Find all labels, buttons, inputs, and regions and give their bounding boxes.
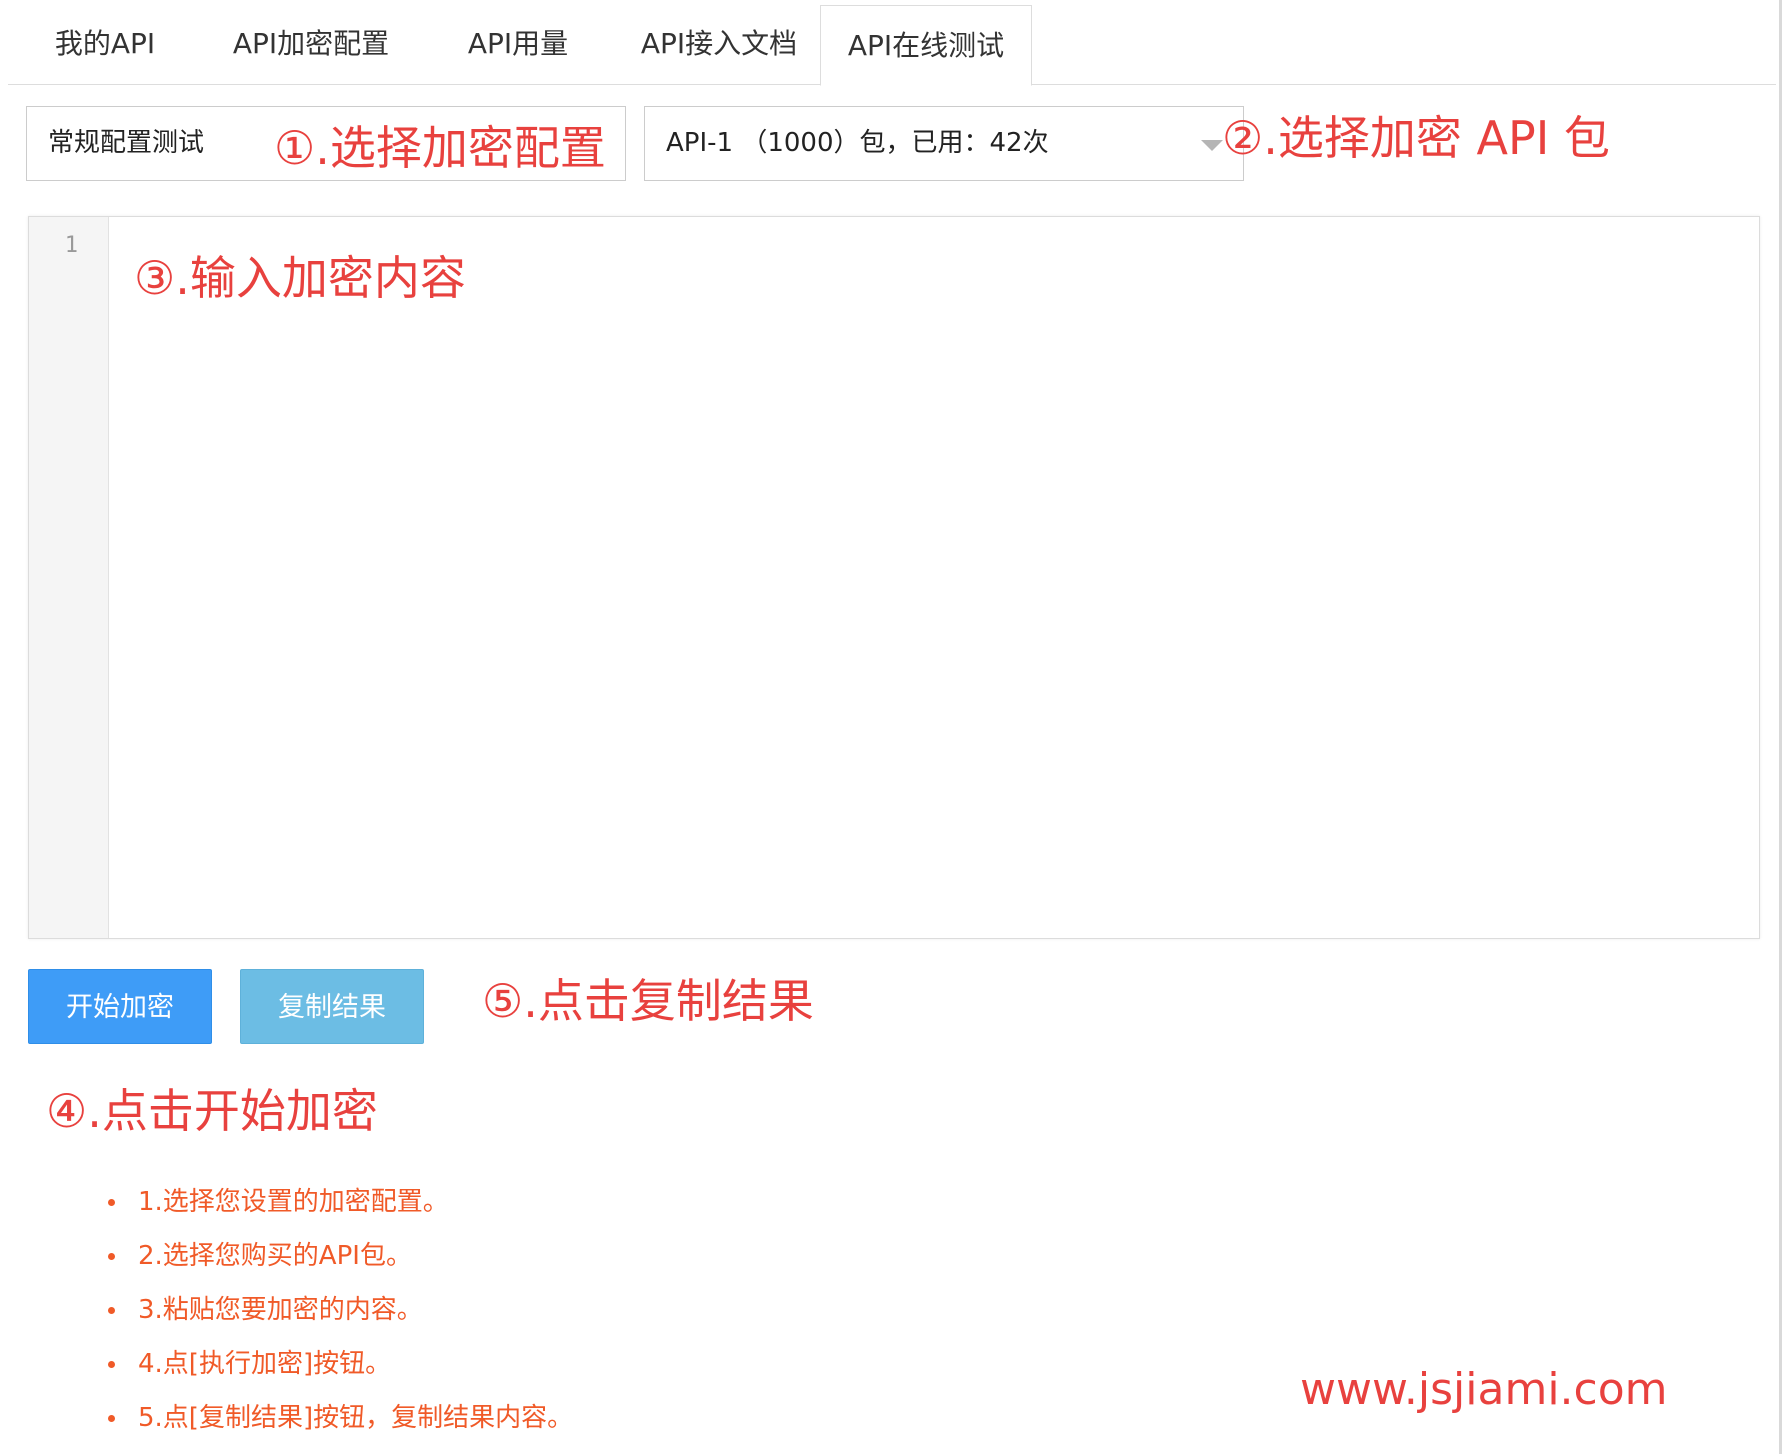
line-number-gutter: 1 [29,217,109,938]
tab-bar: 我的API API加密配置 API用量 API接入文档 API在线测试 [8,0,1776,86]
package-select-value: API-1 （1000）包，已用：42次 [666,128,1049,158]
tab-api-usage[interactable]: API用量 [456,0,580,85]
bullet-icon [108,1307,115,1314]
bullet-icon [108,1199,115,1206]
chevron-down-icon [1201,140,1223,151]
annotation-step-3: ③.输入加密内容 [134,251,466,305]
instruction-text: 5.点[复制结果]按钮，复制结果内容。 [138,1403,574,1433]
start-encrypt-button[interactable]: 开始加密 [28,969,212,1044]
site-url: www.jsjiami.com [1300,1364,1668,1415]
annotation-step-4: ④.点击开始加密 [46,1084,378,1138]
instruction-text: 2.选择您购买的API包。 [138,1241,412,1271]
annotation-step-5: ⑤.点击复制结果 [482,974,814,1028]
package-select[interactable]: API-1 （1000）包，已用：42次 [644,106,1244,181]
instruction-text: 1.选择您设置的加密配置。 [138,1187,449,1217]
code-editor[interactable]: 1 [28,216,1760,939]
bullet-icon [108,1415,115,1422]
annotation-step-1: ①.选择加密配置 [274,121,606,175]
tab-api-encryption-config[interactable]: API加密配置 [226,0,396,85]
tab-my-api[interactable]: 我的API [50,0,160,85]
instruction-text: 3.粘贴您要加密的内容。 [138,1295,423,1325]
copy-result-button[interactable]: 复制结果 [240,969,424,1044]
bullet-icon [108,1253,115,1260]
tab-api-online-test[interactable]: API在线测试 [820,5,1032,86]
annotation-step-2: ②.选择加密 API 包 [1222,111,1610,165]
bullet-icon [108,1361,115,1368]
instruction-text: 4.点[执行加密]按钮。 [138,1349,392,1379]
line-number: 1 [64,233,78,258]
config-select-value: 常规配置测试 [48,128,205,158]
code-input-area[interactable] [110,217,1759,938]
tab-api-docs[interactable]: API接入文档 [634,0,804,85]
